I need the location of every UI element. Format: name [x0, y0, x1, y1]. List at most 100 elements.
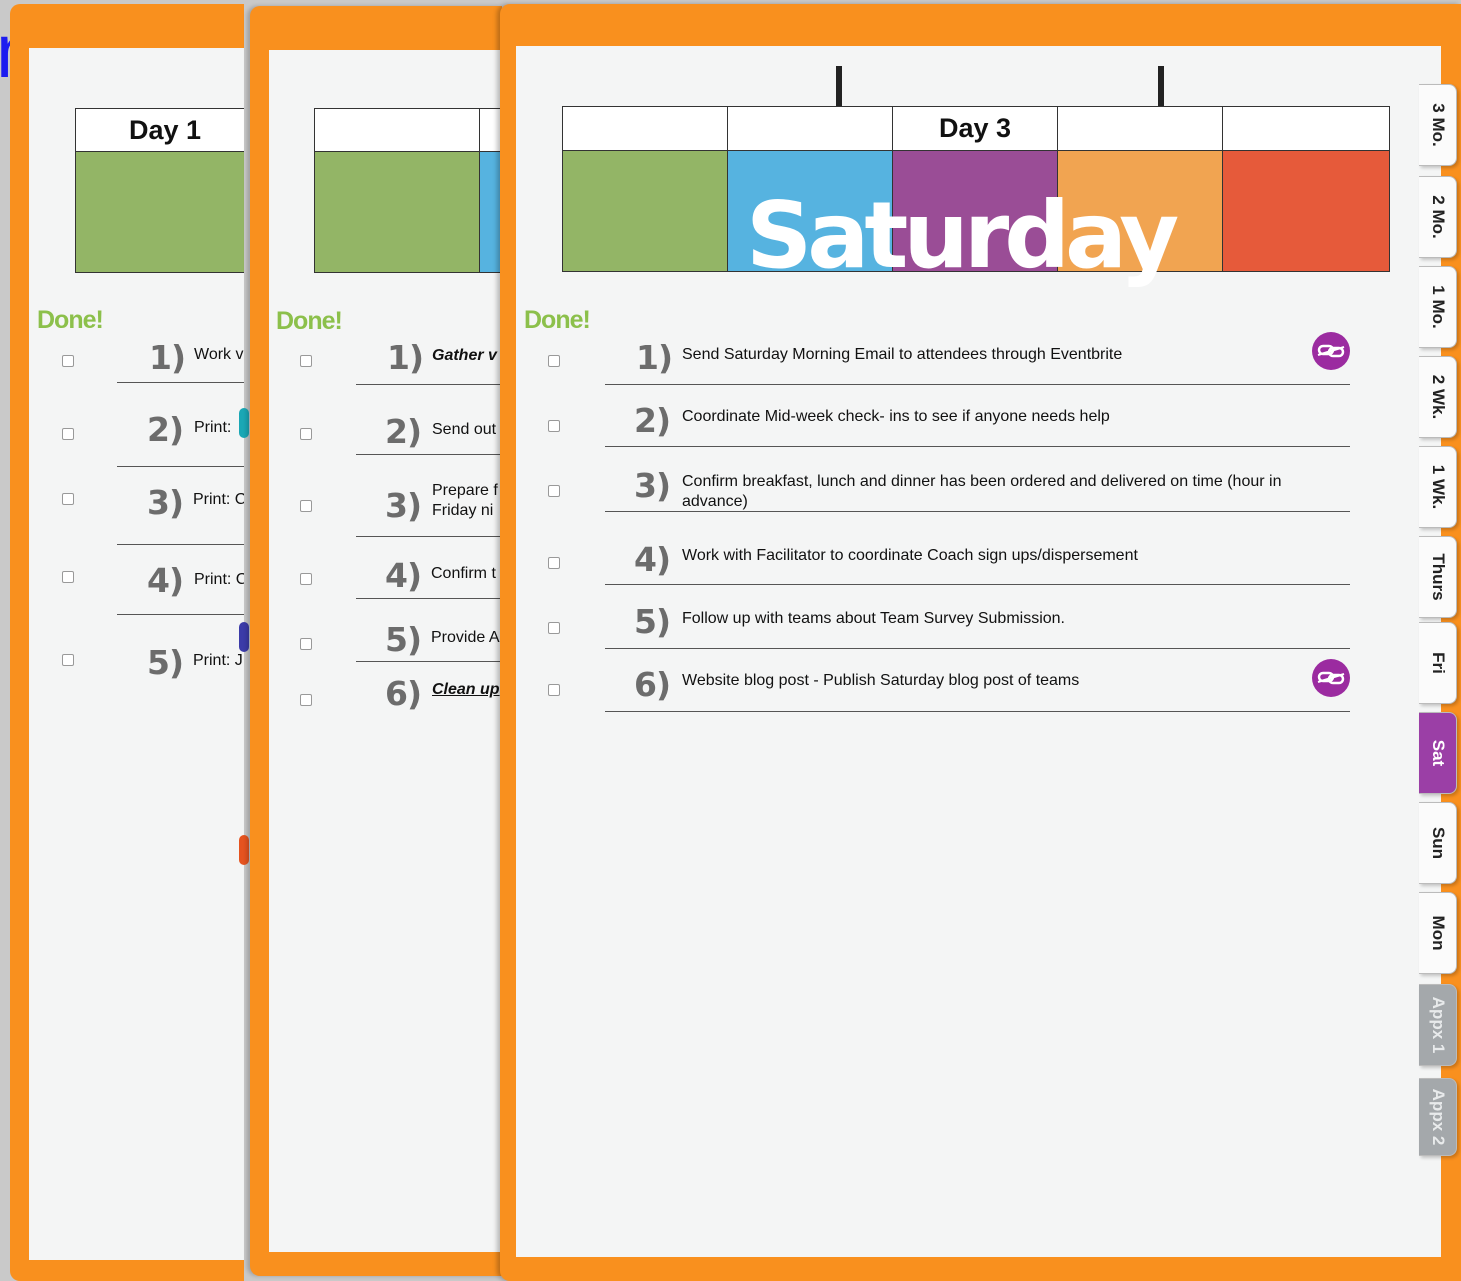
day2-color-block: [314, 151, 480, 273]
task-checkbox[interactable]: [300, 355, 312, 367]
task-divider: [117, 544, 244, 545]
side-marker: [239, 622, 249, 652]
done-label: Done!: [37, 306, 104, 334]
task-checkbox[interactable]: [300, 638, 312, 650]
task-divider: [605, 648, 1350, 649]
task-checkbox[interactable]: [62, 355, 74, 367]
task-checkbox[interactable]: [548, 355, 560, 367]
task-number: 2): [147, 410, 184, 449]
task-text: Work with Facilitator to coordinate Coac…: [682, 547, 1138, 564]
task-checkbox[interactable]: [300, 694, 312, 706]
task-text: Coordinate Mid-week check- ins to see if…: [682, 408, 1110, 425]
task-divider: [356, 454, 502, 455]
task-number: 5): [385, 620, 422, 659]
task-number: 1): [149, 338, 186, 377]
task-number: 3): [634, 466, 671, 505]
link-icon[interactable]: [1312, 659, 1350, 697]
task-text: Send Saturday Morning Email to attendees…: [682, 346, 1123, 363]
tab-1-mo[interactable]: 1 Mo.: [1419, 266, 1457, 348]
task-checkbox[interactable]: [300, 573, 312, 585]
task-text: Print: J: [193, 652, 243, 669]
tab-sun[interactable]: Sun: [1419, 802, 1457, 884]
day3-header-cell: [1057, 106, 1223, 151]
day3-header: Day 3: [892, 106, 1058, 151]
task-number: 4): [634, 540, 671, 579]
task-divider: [356, 598, 502, 599]
side-marker: [239, 835, 249, 865]
task-text: Clean up: [432, 681, 500, 698]
task-number: 4): [385, 556, 422, 595]
day3-header-cell: [727, 106, 893, 151]
tab-3-mo[interactable]: 3 Mo.: [1419, 84, 1457, 166]
task-number: 5): [147, 643, 184, 682]
task-number: 2): [634, 401, 671, 440]
day3-header-cell: [562, 106, 728, 151]
task-text: Print:: [194, 419, 232, 436]
task-divider: [605, 384, 1350, 385]
task-divider: [605, 446, 1350, 447]
task-number: 3): [147, 483, 184, 522]
task-divider: [605, 711, 1350, 712]
task-divider: [356, 536, 502, 537]
tab-2-wk[interactable]: 2 Wk.: [1419, 356, 1457, 438]
task-checkbox[interactable]: [548, 420, 560, 432]
task-divider: [356, 384, 502, 385]
task-text: Work v: [194, 346, 244, 363]
task-divider: [605, 584, 1350, 585]
task-text: Send out: [432, 421, 497, 438]
task-text: Prepare f Friday ni: [432, 482, 498, 519]
task-text: Print: C: [193, 491, 244, 508]
day1-header: Day 1: [75, 108, 244, 152]
task-text: Gather v: [432, 347, 497, 364]
tab-2-mo[interactable]: 2 Mo.: [1419, 176, 1457, 258]
day3-sheet: Day 3 Saturday Done! 1) Send Saturday Mo…: [516, 46, 1441, 1257]
task-checkbox[interactable]: [548, 557, 560, 569]
task-text: Confirm t: [431, 565, 496, 582]
task-divider: [117, 466, 244, 467]
task-checkbox[interactable]: [62, 571, 74, 583]
tab-1-wk[interactable]: 1 Wk.: [1419, 446, 1457, 528]
color-block-green: [562, 150, 728, 272]
task-divider: [117, 382, 244, 383]
task-divider: [117, 614, 244, 615]
tab-mon[interactable]: Mon: [1419, 892, 1457, 974]
task-text: Follow up with teams about Team Survey S…: [682, 610, 1065, 627]
tab-thurs[interactable]: Thurs: [1419, 536, 1457, 618]
tab-fri[interactable]: Fri: [1419, 622, 1457, 704]
side-marker: [239, 408, 249, 438]
task-checkbox[interactable]: [300, 500, 312, 512]
day2-sheet: Done! 1) Gather v 2) Send out 3) Prepare…: [269, 50, 502, 1252]
task-checkbox[interactable]: [62, 493, 74, 505]
day2-page: Done! 1) Gather v 2) Send out 3) Prepare…: [250, 6, 502, 1276]
task-checkbox[interactable]: [300, 428, 312, 440]
task-checkbox[interactable]: [548, 684, 560, 696]
day1-color-block: [75, 151, 244, 273]
tab-appx-1[interactable]: Appx 1: [1419, 984, 1457, 1066]
task-text: Website blog post - Publish Saturday blo…: [682, 672, 1080, 689]
task-number: 3): [385, 486, 422, 525]
done-label: Done!: [276, 307, 343, 335]
tab-sat[interactable]: Sat: [1419, 712, 1457, 794]
day2-header-cell: [479, 108, 502, 152]
day3-page: Day 3 Saturday Done! 1) Send Saturday Mo…: [500, 4, 1461, 1281]
task-checkbox[interactable]: [62, 428, 74, 440]
day3-header-cell: [1222, 106, 1390, 151]
tab-appx-2[interactable]: Appx 2: [1419, 1078, 1457, 1156]
task-number: 6): [634, 665, 671, 704]
task-checkbox[interactable]: [548, 485, 560, 497]
task-divider: [356, 661, 502, 662]
task-divider: [605, 511, 1350, 512]
task-checkbox[interactable]: [548, 622, 560, 634]
done-label: Done!: [524, 306, 591, 334]
task-number: 1): [387, 338, 424, 377]
task-text: Confirm breakfast, lunch and dinner has …: [682, 473, 1282, 510]
link-icon[interactable]: [1312, 332, 1350, 370]
task-checkbox[interactable]: [62, 654, 74, 666]
task-number: 2): [385, 412, 422, 451]
task-text: Print: C: [194, 571, 244, 588]
day2-color-block: [479, 151, 502, 273]
day2-header-cell: [314, 108, 480, 152]
task-number: 4): [147, 561, 184, 600]
task-number: 5): [634, 602, 671, 641]
task-text: Provide A: [431, 629, 500, 646]
